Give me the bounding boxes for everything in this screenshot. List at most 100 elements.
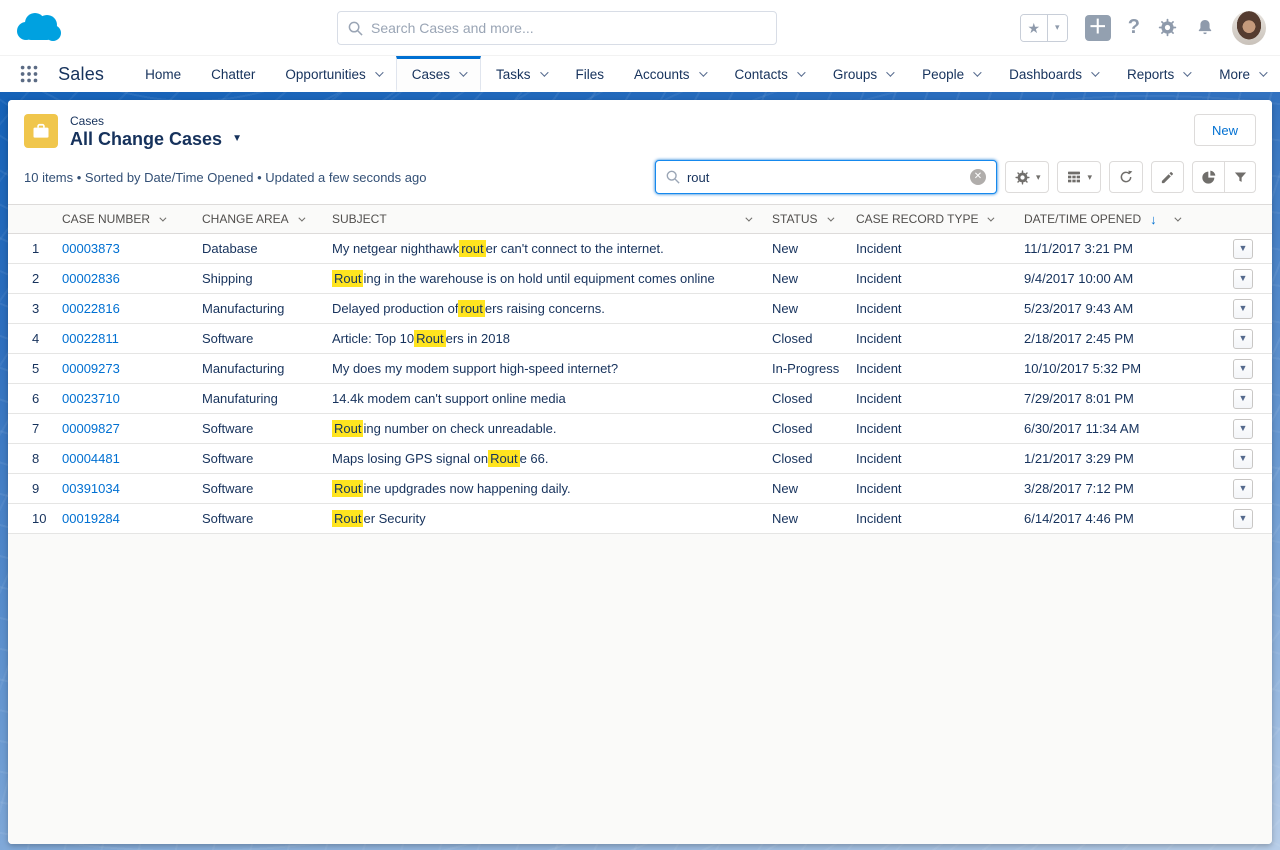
case-number-link[interactable]: 00022816: [62, 301, 120, 316]
case-number-link[interactable]: 00003873: [62, 241, 120, 256]
case-number-link[interactable]: 00009273: [62, 361, 120, 376]
case-number-link[interactable]: 00019284: [62, 511, 120, 526]
row-number: 9: [8, 481, 54, 496]
change-area-cell: Software: [194, 511, 324, 526]
table-row[interactable]: 6 00023710 Manufaturing 14.4k modem can'…: [8, 384, 1272, 414]
chevron-down-icon[interactable]: [827, 214, 834, 221]
table-row[interactable]: 4 00022811 Software Article: Top 10 Rout…: [8, 324, 1272, 354]
filter-funnel-icon: [1233, 170, 1248, 185]
column-header-change-area[interactable]: CHANGE AREA: [194, 212, 324, 226]
row-actions-button[interactable]: ▼: [1233, 479, 1253, 499]
list-search-input[interactable]: [687, 170, 970, 185]
user-avatar[interactable]: [1232, 11, 1266, 45]
nav-item-cases[interactable]: Cases: [396, 56, 481, 92]
nav-item-reports[interactable]: Reports: [1112, 56, 1204, 92]
change-area-cell: Shipping: [194, 271, 324, 286]
display-as-button[interactable]: ▾: [1057, 161, 1101, 193]
column-header-subject[interactable]: SUBJECT: [324, 212, 764, 226]
chevron-down-icon[interactable]: [159, 214, 166, 221]
list-settings-button[interactable]: ▾: [1005, 161, 1050, 193]
list-view-selector[interactable]: All Change Cases ▼: [70, 128, 242, 150]
case-number-link[interactable]: 00022811: [62, 331, 119, 346]
table-row[interactable]: 7 00009827 Software Routing number on ch…: [8, 414, 1272, 444]
favorites-star-icon[interactable]: ★: [1021, 15, 1047, 41]
table-row[interactable]: 1 00003873 Database My netgear nighthawk…: [8, 234, 1272, 264]
app-launcher-icon[interactable]: [18, 62, 40, 86]
filter-button[interactable]: [1224, 162, 1255, 192]
nav-item-people[interactable]: People: [907, 56, 994, 92]
nav-item-contacts[interactable]: Contacts: [720, 56, 818, 92]
row-number: 3: [8, 301, 54, 316]
table-row[interactable]: 2 00002836 Shipping Routing in the wareh…: [8, 264, 1272, 294]
row-number: 2: [8, 271, 54, 286]
list-summary: 10 items • Sorted by Date/Time Opened • …: [24, 170, 426, 194]
favorites-caret-icon[interactable]: ▾: [1047, 15, 1067, 41]
column-header-case-number[interactable]: CASE NUMBER: [54, 212, 194, 226]
row-number: 4: [8, 331, 54, 346]
chevron-down-icon: [1091, 68, 1099, 76]
global-add-button[interactable]: ＋: [1085, 15, 1111, 41]
table-row[interactable]: 5 00009273 Manufacturing My does my mode…: [8, 354, 1272, 384]
row-actions-button[interactable]: ▼: [1233, 419, 1253, 439]
charts-button[interactable]: [1193, 162, 1224, 192]
opened-cell: 11/1/2017 3:21 PM: [1016, 241, 1214, 256]
search-icon: [666, 170, 680, 184]
column-header-case-record-type[interactable]: CASE RECORD TYPE: [848, 212, 1016, 226]
row-actions-button[interactable]: ▼: [1233, 509, 1253, 529]
row-actions-button[interactable]: ▼: [1233, 449, 1253, 469]
chevron-down-icon: [699, 68, 707, 76]
refresh-button[interactable]: [1109, 161, 1143, 193]
list-view-card: Cases All Change Cases ▼ New 10 items • …: [8, 100, 1272, 844]
nav-item-label: More: [1219, 67, 1250, 82]
new-button[interactable]: New: [1194, 114, 1256, 146]
nav-item-dashboards[interactable]: Dashboards: [994, 56, 1112, 92]
table-row[interactable]: 8 00004481 Software Maps losing GPS sign…: [8, 444, 1272, 474]
setup-button[interactable]: [1157, 17, 1178, 38]
notifications-button[interactable]: [1195, 17, 1215, 38]
nav-item-opportunities[interactable]: Opportunities: [270, 56, 395, 92]
nav-item-accounts[interactable]: Accounts: [619, 56, 720, 92]
change-area-cell: Software: [194, 481, 324, 496]
search-highlight: rout: [459, 240, 485, 257]
chevron-down-icon[interactable]: [988, 214, 995, 221]
row-actions-button[interactable]: ▼: [1233, 359, 1253, 379]
record-type-cell: Incident: [848, 481, 1016, 496]
caret-down-icon: ▼: [1239, 364, 1248, 373]
row-number: 7: [8, 421, 54, 436]
chevron-down-icon[interactable]: [1174, 214, 1181, 221]
nav-item-more[interactable]: More: [1204, 56, 1280, 92]
nav-item-label: Contacts: [735, 67, 788, 82]
record-type-cell: Incident: [848, 241, 1016, 256]
global-search-input[interactable]: [371, 20, 766, 36]
column-header-date-time-opened[interactable]: DATE/TIME OPENED ↓: [1016, 212, 1214, 227]
subject-cell: Routine updgrades now happening daily.: [324, 480, 764, 497]
case-number-link[interactable]: 00009827: [62, 421, 120, 436]
chevron-down-icon[interactable]: [745, 214, 752, 221]
nav-item-groups[interactable]: Groups: [818, 56, 907, 92]
row-actions-button[interactable]: ▼: [1233, 269, 1253, 289]
edit-button[interactable]: [1151, 161, 1184, 193]
table-row[interactable]: 9 00391034 Software Routine updgrades no…: [8, 474, 1272, 504]
clear-search-icon[interactable]: ✕: [970, 169, 986, 185]
case-number-link[interactable]: 00391034: [62, 481, 120, 496]
case-number-link[interactable]: 00004481: [62, 451, 120, 466]
nav-item-tasks[interactable]: Tasks: [481, 56, 561, 92]
search-highlight: Rout: [332, 420, 363, 437]
nav-item-home[interactable]: Home: [130, 56, 196, 92]
row-actions-button[interactable]: ▼: [1233, 389, 1253, 409]
table-row[interactable]: 3 00022816 Manufacturing Delayed product…: [8, 294, 1272, 324]
global-header: ★ ▾ ＋ ?: [0, 0, 1280, 56]
chevron-down-icon[interactable]: [298, 214, 305, 221]
nav-item-files[interactable]: Files: [561, 56, 620, 92]
row-actions-button[interactable]: ▼: [1233, 329, 1253, 349]
row-actions-button[interactable]: ▼: [1233, 299, 1253, 319]
table-row[interactable]: 10 00019284 Software Router Security New…: [8, 504, 1272, 534]
column-header-status[interactable]: STATUS: [764, 212, 848, 226]
nav-item-chatter[interactable]: Chatter: [196, 56, 270, 92]
case-number-link[interactable]: 00002836: [62, 271, 120, 286]
row-actions-button[interactable]: ▼: [1233, 239, 1253, 259]
case-number-link[interactable]: 00023710: [62, 391, 120, 406]
subject-cell: Article: Top 10 Routers in 2018: [324, 330, 764, 347]
row-number: 10: [8, 511, 54, 526]
help-button[interactable]: ?: [1128, 16, 1140, 39]
